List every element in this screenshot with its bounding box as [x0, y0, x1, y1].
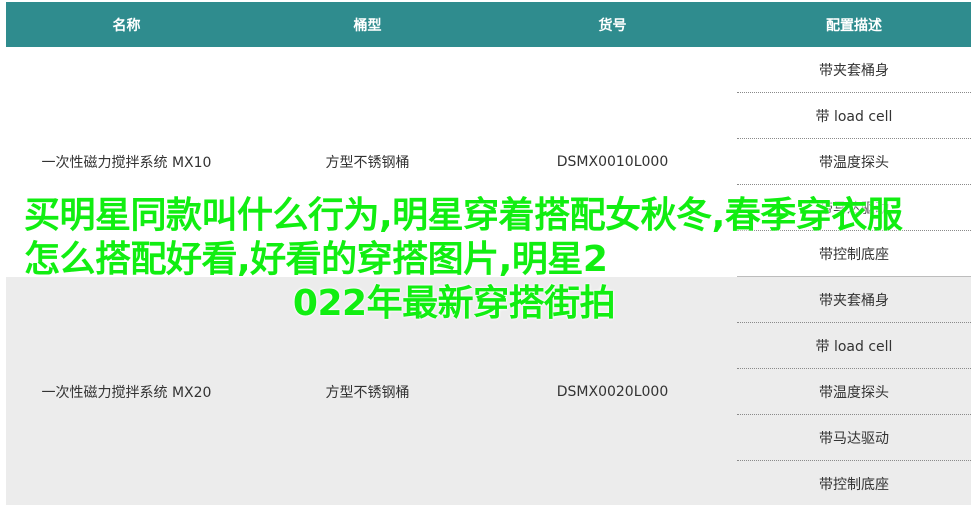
config-cell: 带夹套桶身: [737, 47, 971, 93]
header-config: 配置描述: [737, 2, 971, 47]
overlay-line-1: 买明星同款叫什么行为,明星穿着搭配女秋冬,春: [24, 195, 761, 236]
config-cell: 带控制底座: [737, 460, 971, 505]
header-sku: 货号: [488, 2, 737, 47]
header-type: 桶型: [247, 2, 488, 47]
config-cell: 带 load cell: [737, 92, 971, 139]
config-cell: 带 load cell: [737, 322, 971, 369]
table-row: 一次性磁力搅拌系统 MX10 方型不锈钢桶 DSMX0010L000 带夹套桶身: [6, 47, 971, 277]
header-name: 名称: [6, 2, 247, 47]
config-cell: 带马达驱动: [737, 414, 971, 461]
config-cell: 带温度探头: [737, 138, 971, 185]
header-row: 名称 桶型 货号 配置描述: [6, 2, 971, 47]
config-cell: 带温度探头: [737, 368, 971, 415]
page: 名称 桶型 货号 配置描述 一次性磁力搅拌系统 MX10 方型不锈钢桶 DSMX…: [0, 0, 973, 505]
overlay-headline-link[interactable]: 买明星同款叫什么行为,明星穿着搭配女秋冬,春季穿衣服怎么搭配好看,好看的穿搭图片…: [24, 194, 914, 326]
overlay-line-3: 022年最新穿搭街拍: [292, 283, 616, 324]
